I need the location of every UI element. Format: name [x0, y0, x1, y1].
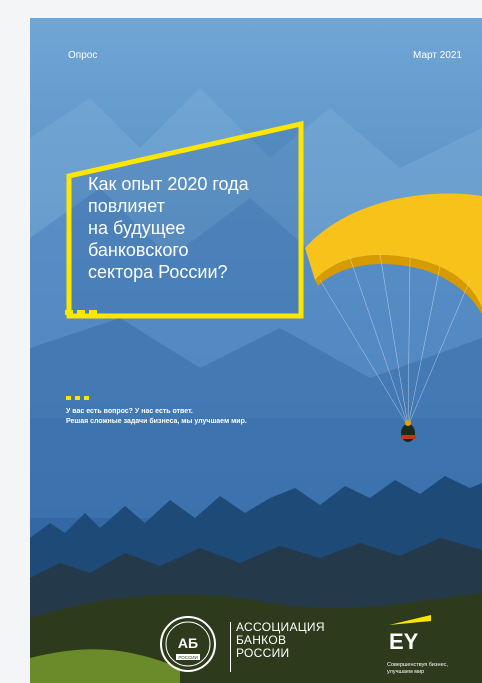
- headline-line: сектора России?: [88, 262, 228, 282]
- tagline-line: У вас есть вопрос? У нас есть ответ.: [66, 408, 193, 415]
- headline-line: на будущее: [88, 218, 186, 238]
- ey-slogan-line: Совершенствуя бизнес,: [387, 662, 448, 668]
- tagline-dots-decoration: [66, 396, 89, 400]
- yellow-dot: [77, 310, 85, 315]
- yellow-dot: [89, 310, 97, 315]
- yellow-dot: [84, 396, 89, 400]
- headline-dots-decoration: [65, 310, 97, 315]
- cover-tagline: У вас есть вопрос? У нас есть ответ. Реш…: [66, 407, 396, 427]
- yellow-dot: [65, 310, 73, 315]
- yellow-dot: [75, 396, 80, 400]
- headline-line: Как опыт 2020 года: [88, 174, 249, 194]
- headline-line: банковского: [88, 240, 189, 260]
- ey-slogan: Совершенствуя бизнес, улучшаем мир: [387, 662, 482, 676]
- yellow-dot: [66, 396, 71, 400]
- association-name: АССОЦИАЦИЯ БАНКОВ РОССИИ: [236, 621, 325, 660]
- document-type-label: Опрос: [68, 50, 98, 61]
- association-logo-mark: АБ: [178, 635, 198, 651]
- ey-slogan-line: улучшаем мир: [387, 669, 425, 675]
- ey-logo-icon: EY: [389, 615, 431, 653]
- ey-logo-text: EY: [389, 629, 419, 653]
- publication-date: Март 2021: [413, 50, 462, 61]
- report-cover: Опрос Март 2021 Как опыт 2020 года повли…: [30, 18, 482, 683]
- association-seal-icon: АБ РОССИИ: [160, 616, 216, 672]
- association-seal-text: РОССИИ: [178, 655, 197, 660]
- footer-divider: [230, 622, 231, 672]
- tagline-line: Решая сложные задачи бизнеса, мы улучшае…: [66, 418, 247, 425]
- cover-headline: Как опыт 2020 года повлияет на будущее б…: [88, 173, 298, 283]
- headline-line: повлияет: [88, 196, 165, 216]
- association-name-line: РОССИИ: [236, 646, 290, 660]
